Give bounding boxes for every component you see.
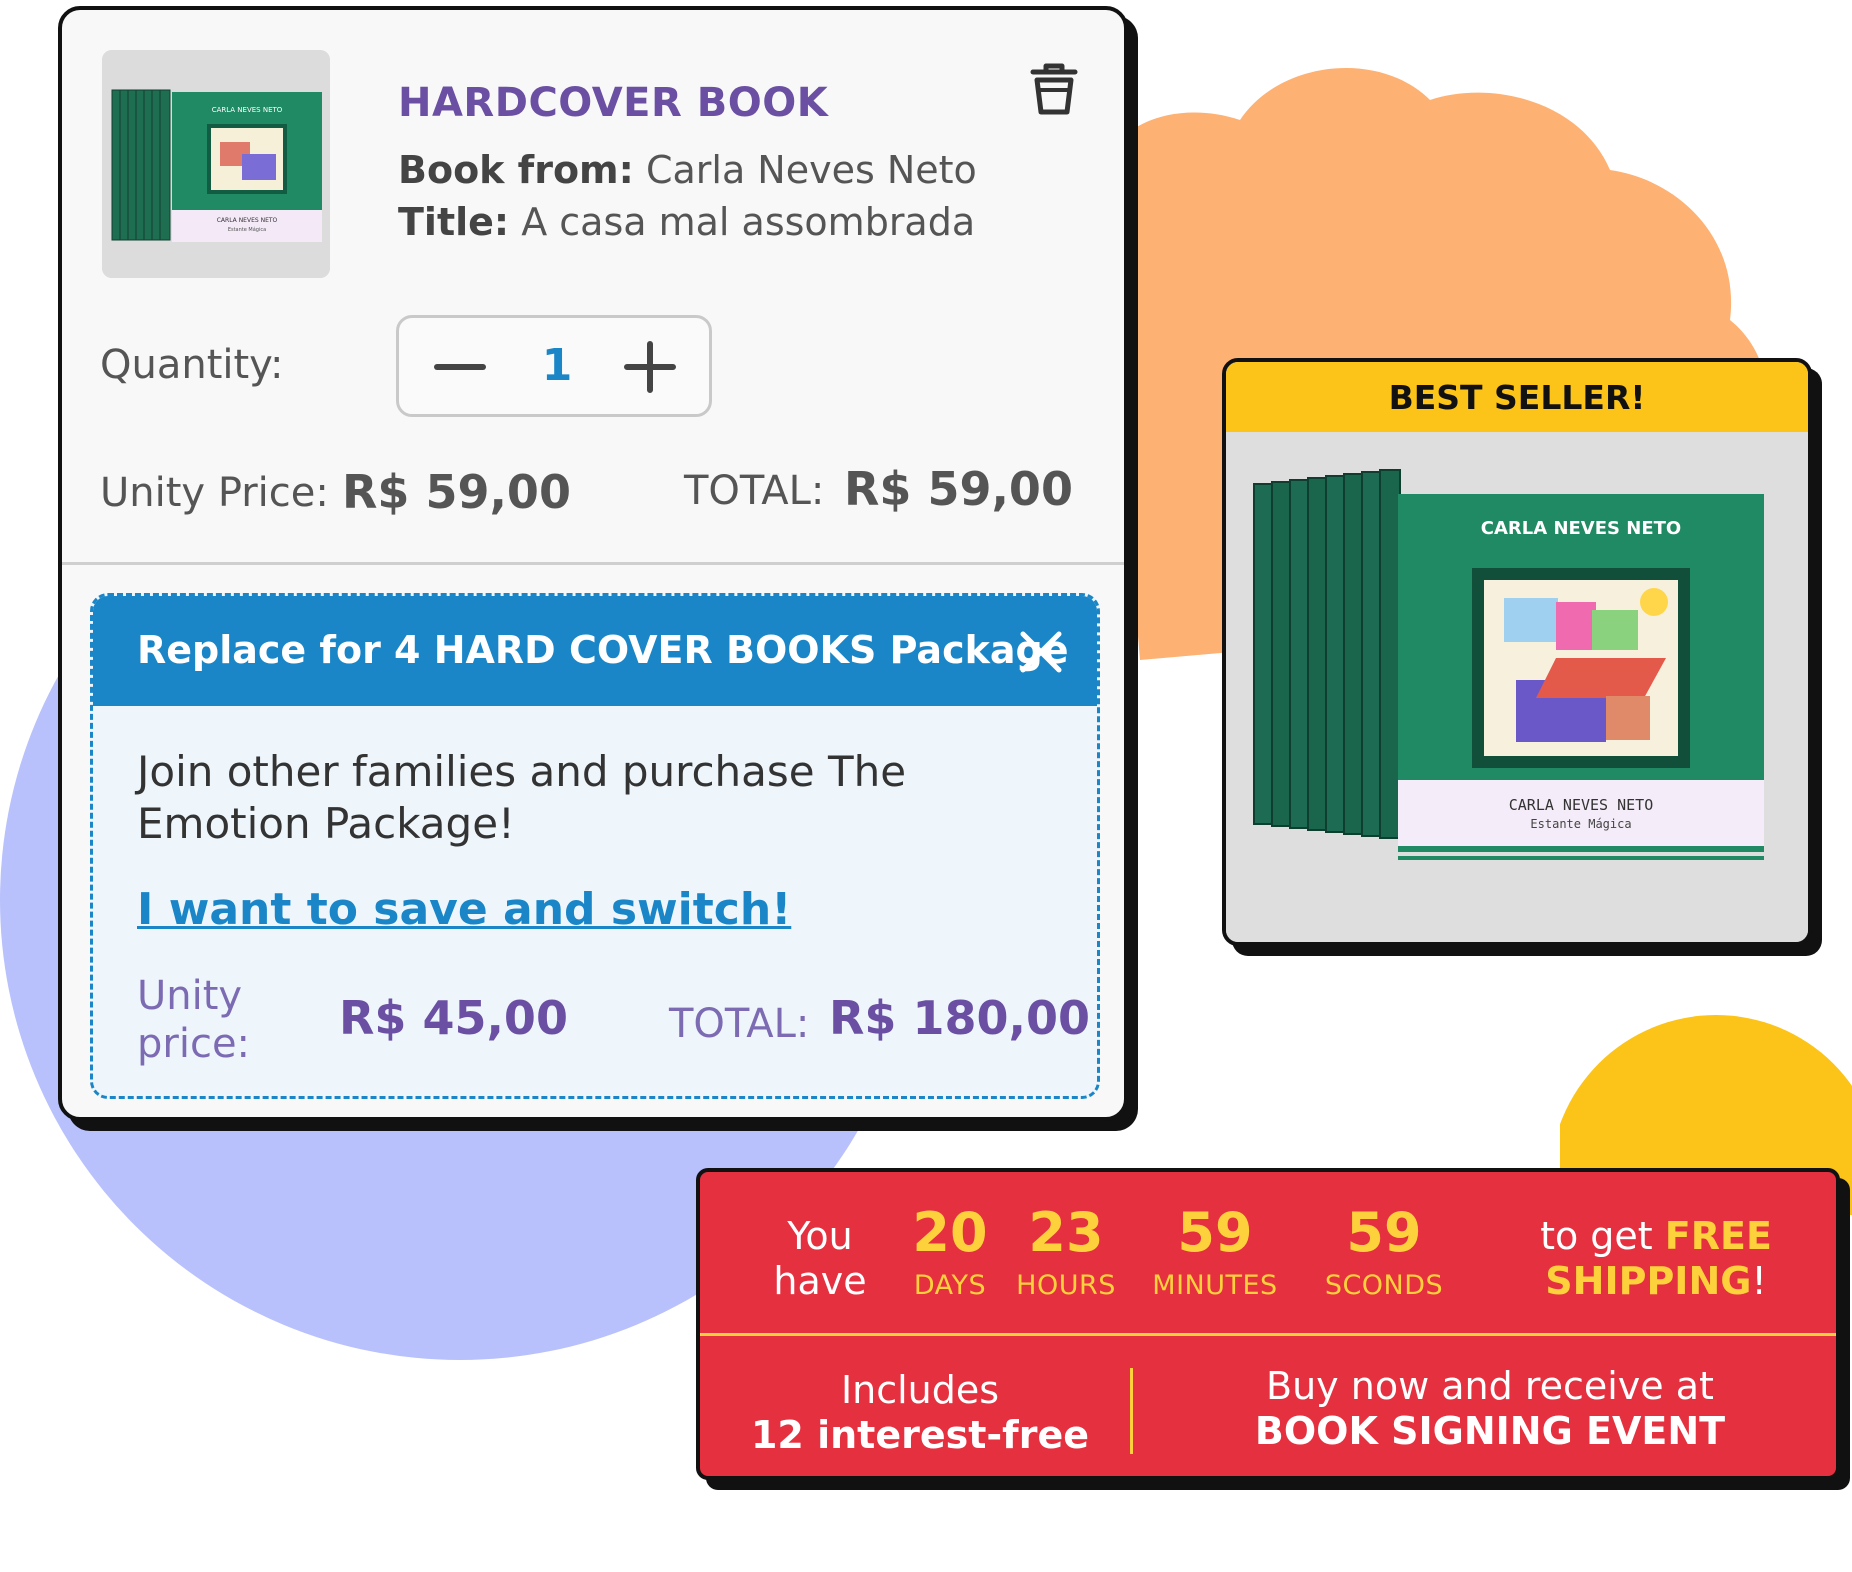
product-title: Title: A casa mal assombrada <box>398 200 975 244</box>
free-shipping-suffix: ! <box>1751 1259 1767 1303</box>
countdown-hours-value: 23 <box>1028 1201 1104 1264</box>
product-name: HARDCOVER BOOK <box>398 80 829 126</box>
title-value: A casa mal assombrada <box>509 200 976 244</box>
thumb-cover-footer-author: CARLA NEVES NETO <box>217 217 278 224</box>
author-value: Carla Neves Neto <box>633 148 977 192</box>
save-and-switch-link[interactable]: I want to save and switch! <box>137 884 791 935</box>
unit-price-value: R$ 59,00 <box>342 465 571 519</box>
signing-line1: Buy now and receive at <box>1266 1364 1714 1408</box>
total-value: R$ 59,00 <box>844 462 1073 516</box>
quantity-value[interactable]: 1 <box>509 340 605 391</box>
countdown-minutes-value: 59 <box>1177 1201 1253 1264</box>
cover-author-top: CARLA NEVES NETO <box>1481 518 1681 539</box>
offer-header: Replace for 4 HARD COVER BOOKS Package <box>93 596 1097 706</box>
free-shipping-promo-bar: You have 20 DAYS 23 HOURS 59 MINUTES 59 … <box>696 1168 1840 1480</box>
minus-icon[interactable] <box>427 334 493 400</box>
countdown-seconds-unit: SCONDS <box>1324 1270 1444 1301</box>
best-seller-banner: BEST SELLER! <box>1226 362 1808 432</box>
card-divider <box>62 562 1124 565</box>
thumb-cover-series: Estante Mágica <box>228 226 266 233</box>
best-seller-card: BEST SELLER! CARLA NEVES NETO CARLA NEVE… <box>1222 358 1812 946</box>
best-seller-book-image: CARLA NEVES NETO CARLA NEVES NETO Estant… <box>1226 432 1808 942</box>
offer-total-label: TOTAL: <box>669 1001 810 1047</box>
thumb-cover-author: CARLA NEVES NETO <box>212 106 283 114</box>
installments-text: Includes 12 interest-free <box>740 1368 1100 1458</box>
quantity-stepper: 1 <box>396 315 712 417</box>
free-shipping-prefix: to get <box>1540 1214 1665 1258</box>
offer-total-value: R$ 180,00 <box>829 991 1090 1045</box>
quantity-label: Quantity: <box>100 342 284 388</box>
book-stack-image: CARLA NEVES NETO CARLA NEVES NETO Estant… <box>102 50 330 278</box>
countdown-days-value: 20 <box>912 1201 988 1264</box>
signing-line2: BOOK SIGNING EVENT <box>1254 1409 1726 1453</box>
offer-unit-price-label: Unity price: <box>137 973 251 1067</box>
upsell-offer-box: Replace for 4 HARD COVER BOOKS Package J… <box>90 593 1100 1099</box>
product-thumbnail: CARLA NEVES NETO CARLA NEVES NETO Estant… <box>102 50 330 278</box>
cover-series: Estante Mágica <box>1530 817 1631 831</box>
countdown-seconds-value: 59 <box>1346 1201 1422 1264</box>
close-icon[interactable] <box>1019 630 1063 674</box>
trash-icon[interactable] <box>1027 60 1081 116</box>
countdown-hours-unit: HOURS <box>1016 1270 1116 1301</box>
you-have-label: You have <box>773 1214 867 1303</box>
offer-title: Replace for 4 HARD COVER BOOKS Package <box>137 628 1069 672</box>
includes-line1: Includes <box>840 1368 1000 1412</box>
book-signing-text: Buy now and receive at BOOK SIGNING EVEN… <box>1180 1364 1800 1454</box>
plus-icon[interactable] <box>617 334 683 400</box>
countdown-seconds: 59 SCONDS <box>1304 1201 1464 1302</box>
total-label: TOTAL: <box>684 468 825 514</box>
cart-item-card: CARLA NEVES NETO CARLA NEVES NETO Estant… <box>58 6 1128 1121</box>
free-shipping-text: to get FREE SHIPPING! <box>1506 1214 1806 1304</box>
promo-vertical-divider <box>1130 1368 1133 1454</box>
countdown-hours: 23 HOURS <box>996 1201 1136 1302</box>
countdown-minutes-unit: MINUTES <box>1152 1270 1278 1301</box>
countdown-minutes: 59 MINUTES <box>1130 1201 1300 1302</box>
title-label: Title: <box>398 200 510 244</box>
product-author: Book from: Carla Neves Neto <box>398 148 977 192</box>
cover-author-bottom: CARLA NEVES NETO <box>1509 796 1654 814</box>
includes-line2: 12 interest-free <box>750 1413 1089 1457</box>
countdown-days-unit: DAYS <box>913 1270 987 1301</box>
best-seller-label: BEST SELLER! <box>1388 378 1646 417</box>
author-label: Book from: <box>398 148 634 192</box>
offer-description: Join other families and purchase The Emo… <box>137 747 907 848</box>
offer-unit-price-value: R$ 45,00 <box>339 991 568 1045</box>
promo-divider <box>700 1333 1836 1336</box>
unit-price-label: Unity Price: <box>100 470 329 516</box>
countdown-days: 20 DAYS <box>890 1201 1010 1302</box>
